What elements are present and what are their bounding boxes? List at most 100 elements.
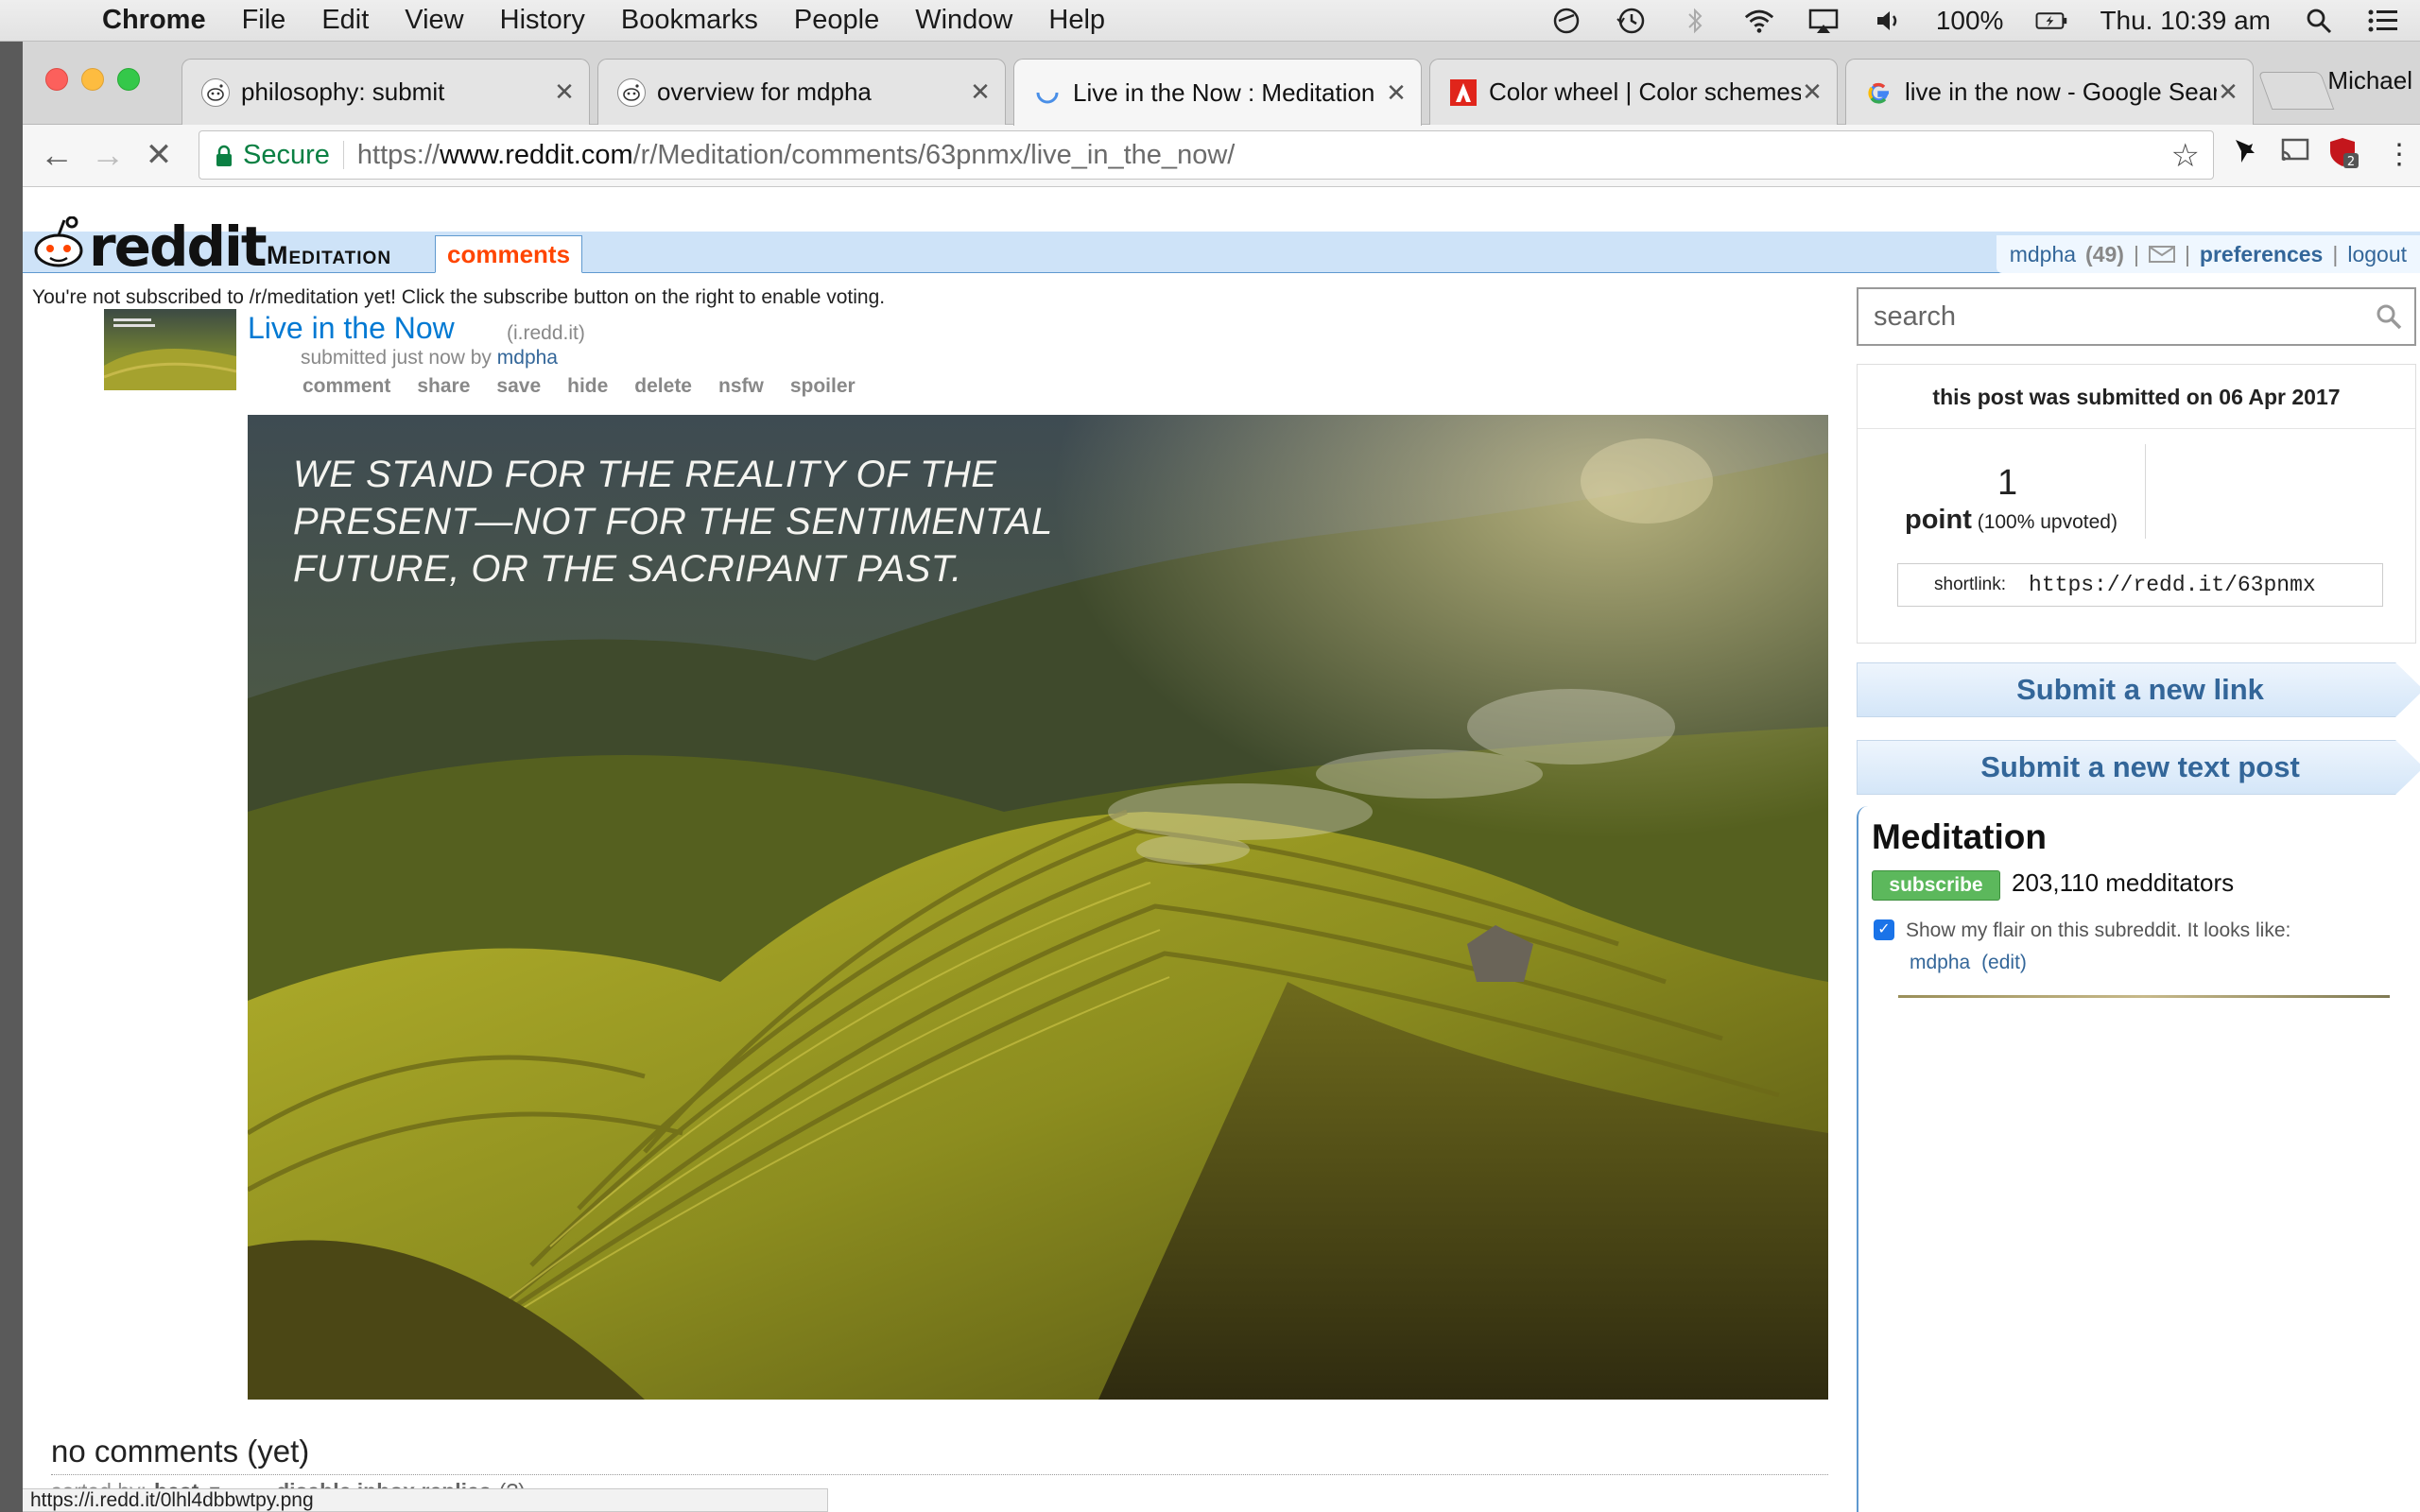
menubar-clock[interactable]: Thu. 10:39 am	[2100, 6, 2271, 36]
zoom-window-button[interactable]	[117, 68, 140, 91]
reddit-icon	[617, 77, 646, 107]
tab-live-in-the-now[interactable]: Live in the Now : Meditation ✕	[1013, 59, 1422, 126]
tab-title: Live in the Now : Meditation	[1073, 77, 1375, 107]
profile-name[interactable]: Michael	[2327, 66, 2412, 95]
subreddit-title[interactable]: Meditation	[1872, 817, 2047, 857]
subscriber-count: 203,110 medditators	[2012, 868, 2235, 897]
image-quote-overlay: WE STAND FOR THE REALITY OF THE PRESENT—…	[293, 451, 1053, 593]
quote-line: FUTURE, OR THE SACRIPANT PAST.	[293, 548, 962, 590]
stop-loading-icon[interactable]: ✕	[140, 136, 178, 174]
close-icon[interactable]: ✕	[1385, 78, 1408, 108]
subreddit-info-box: Meditation subscribe 203,110 medditators…	[1857, 806, 2420, 1512]
user-bar-separator: |	[2184, 241, 2190, 266]
search-icon[interactable]	[2375, 302, 2403, 331]
comment-button[interactable]: comment	[302, 375, 390, 398]
close-icon[interactable]: ✕	[969, 77, 992, 107]
preferences-link[interactable]: preferences	[2200, 242, 2323, 267]
share-button[interactable]: share	[417, 375, 470, 398]
new-tab-button[interactable]	[2257, 72, 2335, 110]
tab-title: Color wheel | Color schemes	[1489, 77, 1801, 106]
post-title-link[interactable]: Live in the Now	[248, 311, 455, 346]
battery-icon[interactable]	[2035, 5, 2067, 37]
post-thumbnail[interactable]	[104, 309, 236, 390]
shortlink-value[interactable]: https://redd.it/63pnmx	[2029, 573, 2316, 597]
quote-line: PRESENT—NOT FOR THE SENTIMENTAL	[293, 501, 1053, 542]
shortlink-box: shortlink: https://redd.it/63pnmx	[1897, 563, 2383, 607]
spotlight-search-icon[interactable]	[2303, 5, 2335, 37]
upvoted-percent: (100% upvoted)	[1977, 511, 2118, 533]
mail-icon[interactable]	[2148, 246, 2175, 263]
tab-google-search[interactable]: live in the now - Google Search ✕	[1845, 59, 2254, 125]
do-not-disturb-icon[interactable]	[1550, 5, 1582, 37]
close-icon[interactable]: ✕	[1801, 77, 1824, 107]
menu-edit[interactable]: Edit	[321, 5, 369, 36]
wifi-icon[interactable]	[1743, 5, 1775, 37]
cast-icon[interactable]	[2276, 136, 2314, 174]
menu-help[interactable]: Help	[1048, 5, 1105, 36]
menu-app-chrome[interactable]: Chrome	[102, 5, 206, 36]
subreddit-name-link[interactable]: Meditation	[267, 241, 391, 270]
menu-window[interactable]: Window	[915, 5, 1012, 36]
address-bar[interactable]: Secure https://www.reddit.com/r/Meditati…	[199, 130, 2214, 180]
submitted-text: submitted just now by	[301, 347, 492, 369]
menu-file[interactable]: File	[242, 5, 286, 36]
save-button[interactable]: save	[496, 375, 541, 398]
submit-link-button[interactable]: Submit a new link	[1857, 662, 2420, 717]
bluetooth-icon[interactable]	[1679, 5, 1711, 37]
logout-link[interactable]: logout	[2347, 242, 2407, 267]
airplay-icon[interactable]	[1807, 5, 1840, 37]
tab-philosophy-submit[interactable]: philosophy: submit ✕	[182, 59, 590, 125]
search-input[interactable]: search	[1857, 287, 2416, 346]
url-text[interactable]: https://www.reddit.com/r/Meditation/comm…	[357, 140, 1235, 171]
close-window-button[interactable]	[45, 68, 68, 91]
author-link[interactable]: mdpha	[497, 347, 558, 369]
menu-bookmarks[interactable]: Bookmarks	[621, 5, 758, 36]
no-comments-heading: no comments (yet)	[51, 1434, 310, 1469]
nsfw-button[interactable]: nsfw	[718, 375, 764, 398]
menu-view[interactable]: View	[405, 5, 463, 36]
loading-spinner-icon	[1033, 78, 1062, 107]
ublock-extension-icon[interactable]: 2	[2325, 136, 2363, 174]
spoiler-button[interactable]: spoiler	[790, 375, 856, 398]
extension-bird-icon[interactable]	[2225, 136, 2263, 174]
tab-title: live in the now - Google Search	[1905, 77, 2217, 106]
delete-button[interactable]: delete	[634, 375, 692, 398]
show-flair-checkbox[interactable]: ✓	[1874, 919, 1894, 940]
hide-button[interactable]: hide	[567, 375, 608, 398]
time-machine-icon[interactable]	[1615, 5, 1647, 37]
username-link[interactable]: mdpha	[2010, 242, 2076, 267]
post-tagline: submitted just now by mdpha	[301, 347, 558, 369]
secure-label[interactable]: Secure	[243, 140, 330, 171]
browser-toolbar: ← → ✕ Secure https://www.reddit.com/r/Me…	[23, 125, 2420, 187]
flair-description: Show my flair on this subreddit. It look…	[1906, 919, 2291, 941]
reddit-alien-icon[interactable]	[30, 216, 93, 269]
reddit-page: reddit Meditation comments mdpha (49) | …	[23, 188, 2420, 1512]
menu-people[interactable]: People	[794, 5, 879, 36]
back-arrow-icon[interactable]: ←	[38, 136, 76, 174]
user-karma: (49)	[2085, 241, 2124, 266]
post-domain[interactable]: (i.redd.it)	[507, 322, 585, 345]
tab-strip: philosophy: submit ✕ overview for mdpha …	[23, 42, 2420, 126]
chrome-window: philosophy: submit ✕ overview for mdpha …	[23, 42, 2420, 1512]
volume-icon[interactable]	[1872, 5, 1904, 37]
tab-comments[interactable]: comments	[435, 235, 583, 273]
menu-history[interactable]: History	[500, 5, 585, 36]
post-image[interactable]: WE STAND FOR THE REALITY OF THE PRESENT—…	[248, 415, 1828, 1400]
flair-username: mdpha	[1910, 952, 1971, 973]
adobe-icon	[1449, 78, 1478, 107]
tab-color-wheel[interactable]: Color wheel | Color schemes ✕	[1429, 59, 1838, 125]
lock-icon[interactable]	[215, 144, 233, 166]
bookmark-star-icon[interactable]: ☆	[2171, 137, 2200, 175]
reddit-logo[interactable]: reddit	[89, 215, 268, 279]
subscribe-button[interactable]: subscribe	[1872, 870, 2000, 901]
flair-edit-link[interactable]: (edit)	[1981, 952, 2027, 973]
minimize-window-button[interactable]	[81, 68, 104, 91]
score-divider	[2145, 444, 2146, 539]
forward-arrow-icon[interactable]: →	[89, 136, 127, 174]
notification-center-icon[interactable]	[2367, 5, 2399, 37]
close-icon[interactable]: ✕	[553, 77, 576, 107]
close-icon[interactable]: ✕	[2217, 77, 2239, 107]
tab-overview-mdpha[interactable]: overview for mdpha ✕	[597, 59, 1006, 125]
chrome-menu-icon[interactable]: ⋮	[2380, 136, 2418, 174]
submit-text-post-button[interactable]: Submit a new text post	[1857, 740, 2420, 795]
